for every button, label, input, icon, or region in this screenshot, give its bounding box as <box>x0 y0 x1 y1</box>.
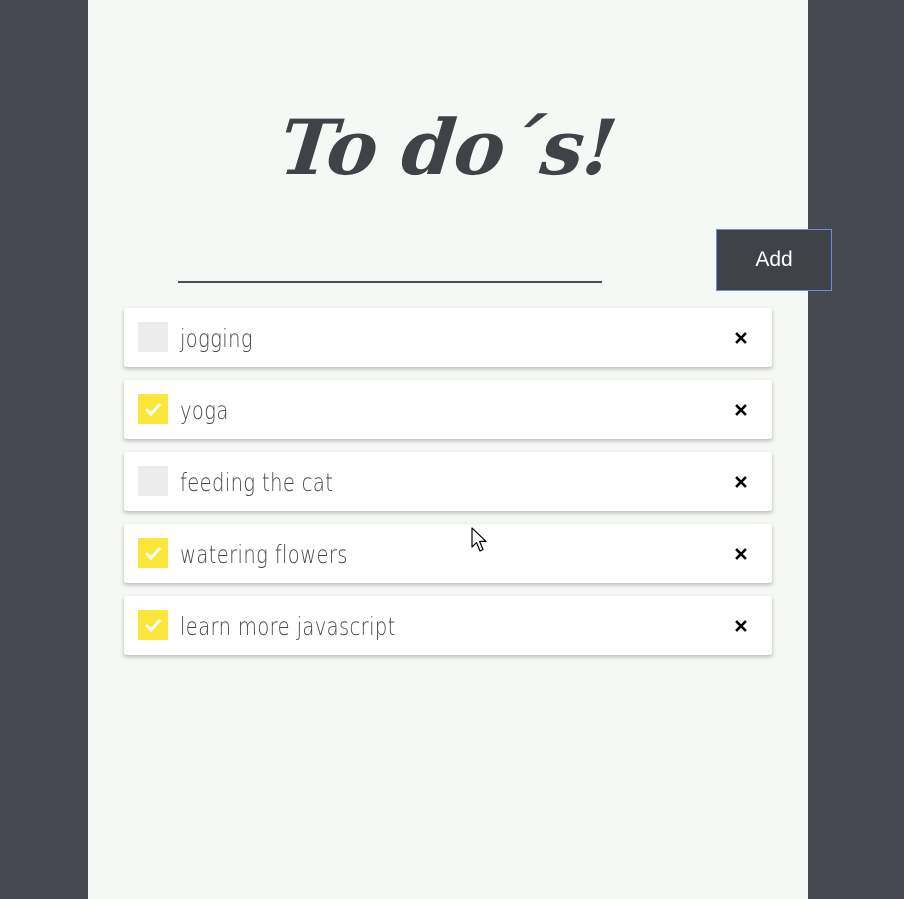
todo-label: jogging <box>180 324 253 353</box>
add-button-label: Add <box>755 248 793 271</box>
todo-checkbox[interactable] <box>138 394 168 424</box>
todo-item: watering flowers <box>124 524 772 583</box>
todo-label: feeding the cat <box>180 468 334 497</box>
delete-button[interactable] <box>730 399 752 421</box>
todo-label: yoga <box>180 396 229 425</box>
todo-checkbox[interactable] <box>138 538 168 568</box>
close-icon <box>735 548 747 560</box>
todo-item: learn more javascript <box>124 596 772 655</box>
delete-button[interactable] <box>730 615 752 637</box>
todo-item: feeding the cat <box>124 452 772 511</box>
todo-item: yoga <box>124 380 772 439</box>
todo-checkbox[interactable] <box>138 610 168 640</box>
app-panel: To do´s! Add jogging yoga feeding the ca… <box>88 0 832 899</box>
add-button[interactable]: Add <box>716 229 832 291</box>
check-icon <box>144 546 162 561</box>
todo-item: jogging <box>124 308 772 367</box>
close-icon <box>735 476 747 488</box>
todo-label: watering flowers <box>180 540 348 569</box>
todo-checkbox[interactable] <box>138 322 168 352</box>
todo-checkbox[interactable] <box>138 466 168 496</box>
todo-input[interactable] <box>178 243 602 283</box>
close-icon <box>735 332 747 344</box>
close-icon <box>735 620 747 632</box>
add-todo-form: Add <box>178 229 832 291</box>
todo-list: jogging yoga feeding the cat watering fl… <box>124 308 772 668</box>
check-icon <box>144 618 162 633</box>
todo-label: learn more javascript <box>180 612 396 641</box>
close-icon <box>735 404 747 416</box>
mouse-pointer-icon <box>471 527 487 552</box>
delete-button[interactable] <box>730 471 752 493</box>
delete-button[interactable] <box>730 543 752 565</box>
delete-button[interactable] <box>730 327 752 349</box>
check-icon <box>144 402 162 417</box>
page-title: To do´s! <box>275 103 621 192</box>
